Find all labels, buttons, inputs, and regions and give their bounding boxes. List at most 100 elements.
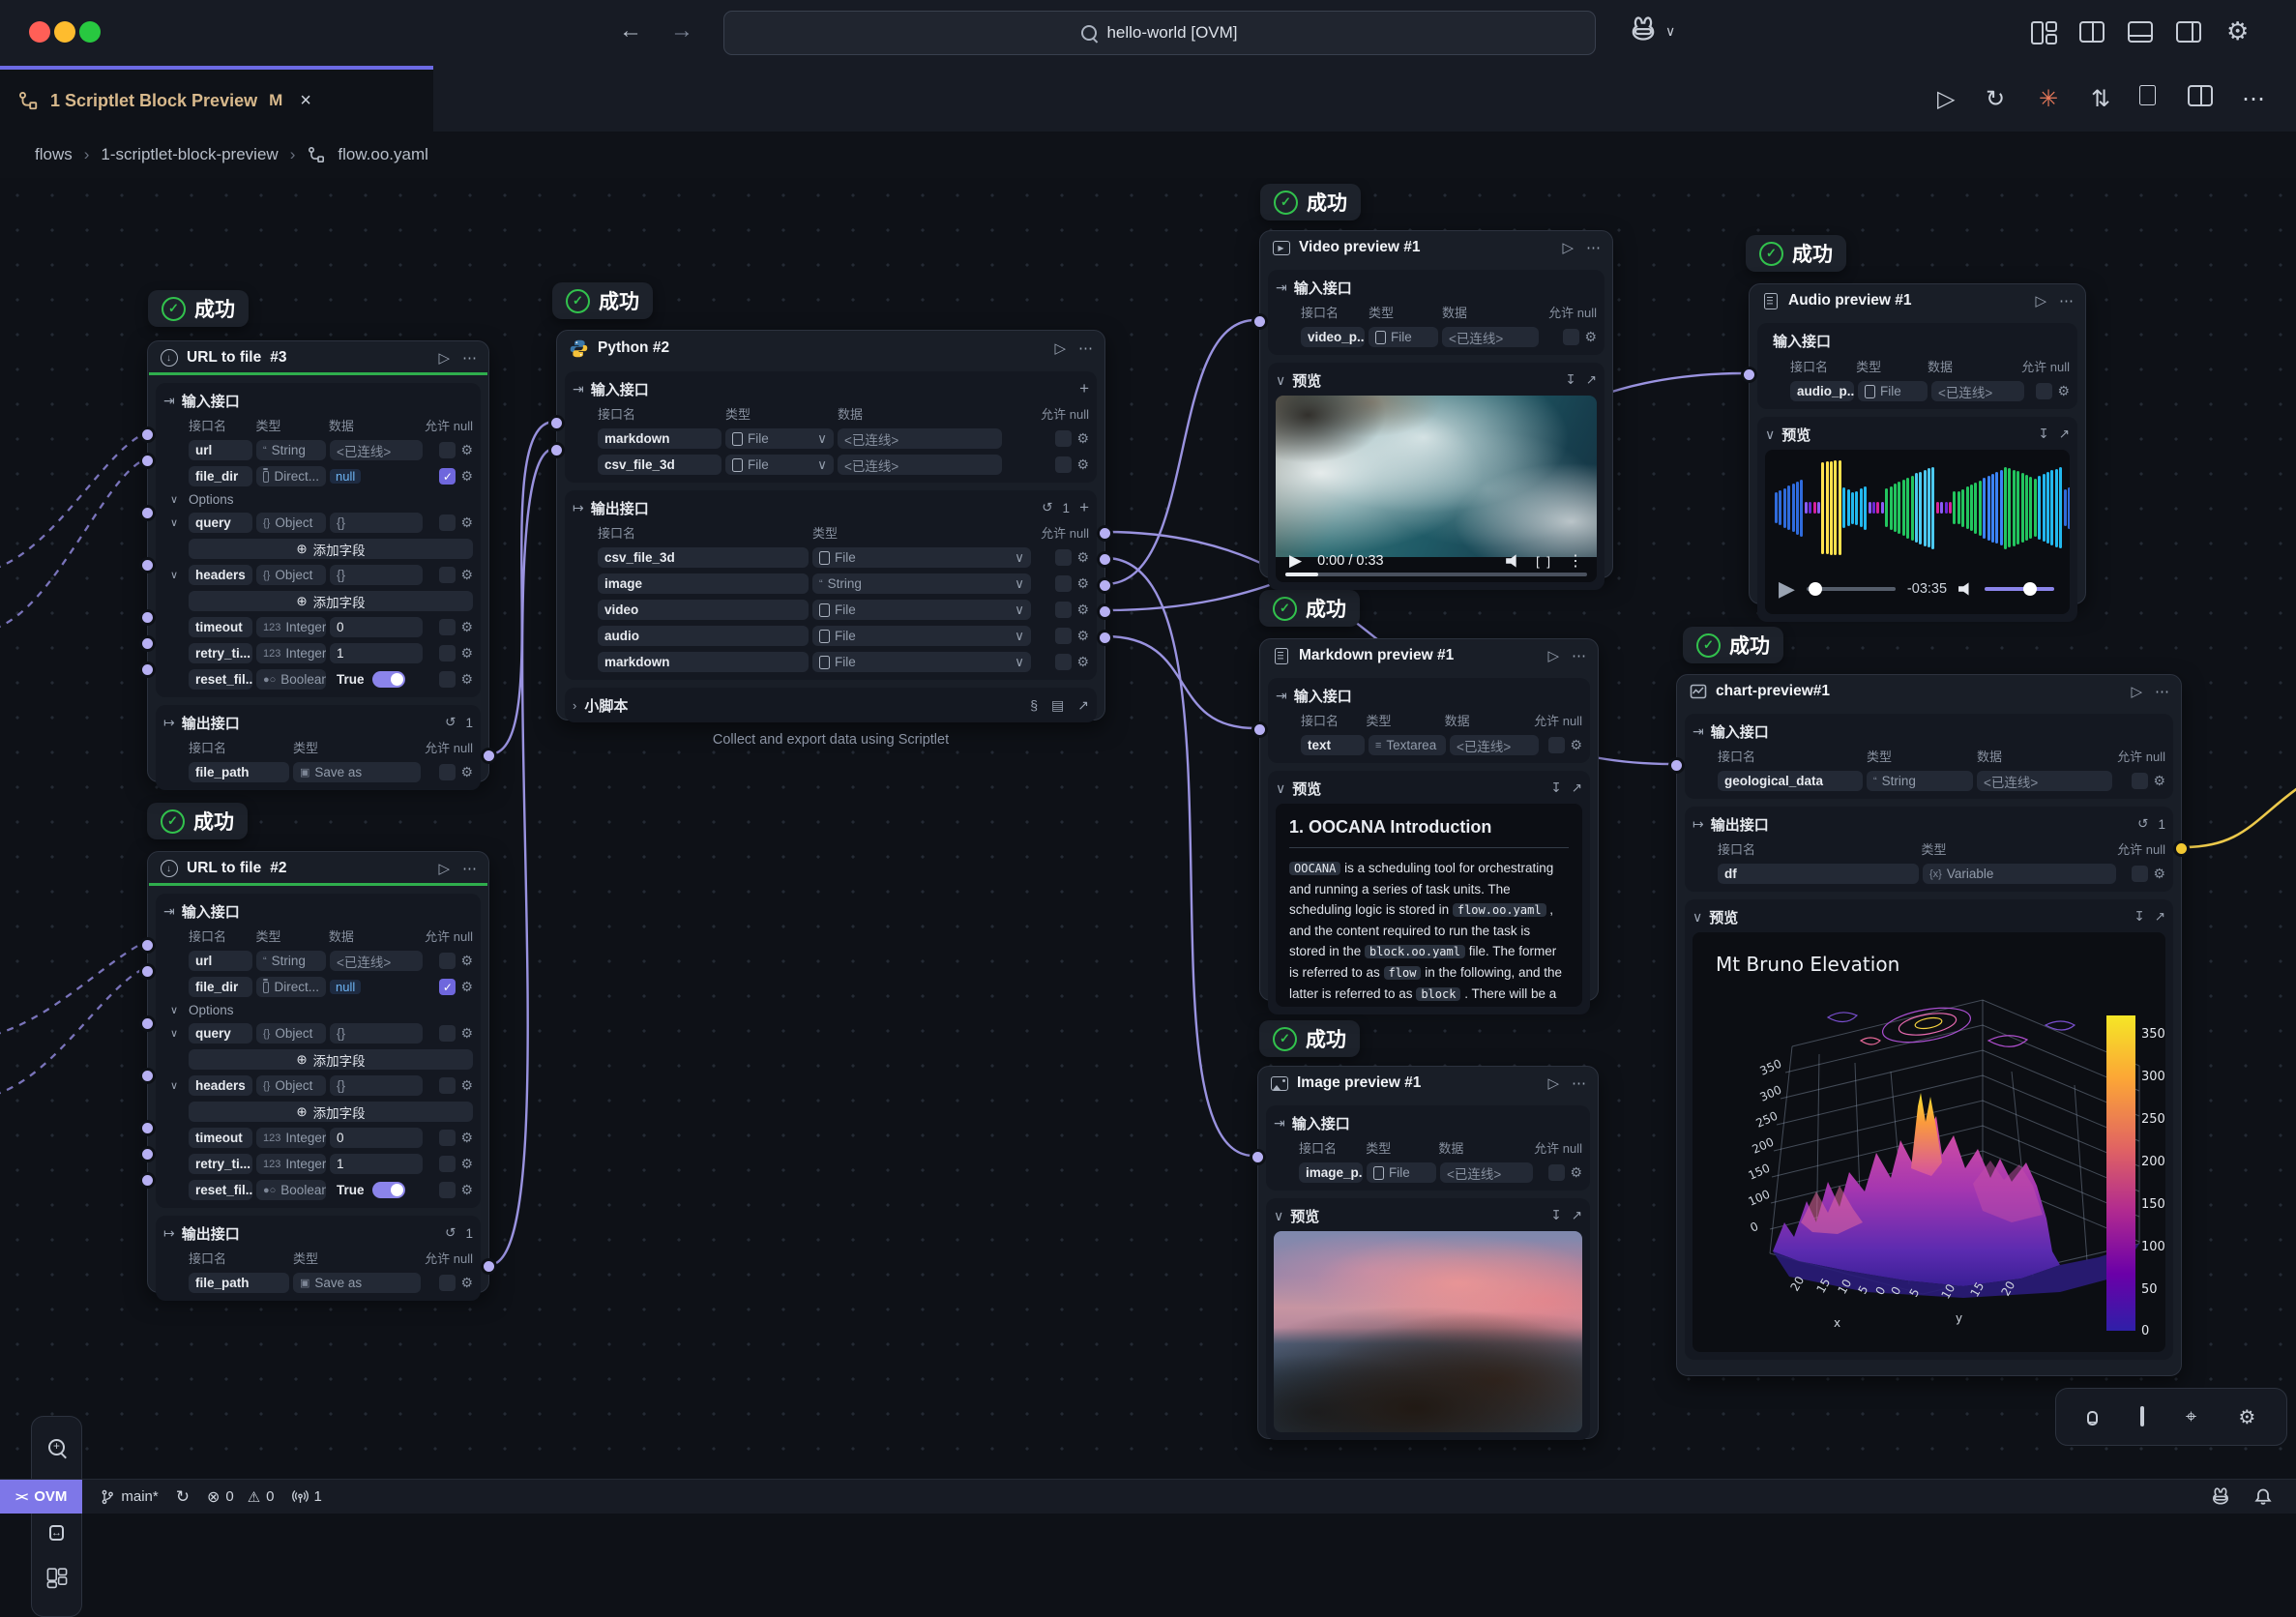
- allow-null-checkbox-checked[interactable]: ✓: [439, 979, 456, 995]
- run-node-icon[interactable]: ▷: [2035, 292, 2046, 309]
- download-icon[interactable]: ↧: [2134, 909, 2144, 925]
- allow-null-checkbox[interactable]: [1055, 430, 1072, 447]
- allow-null-checkbox[interactable]: [439, 764, 456, 780]
- output-port[interactable]: [1097, 525, 1113, 542]
- split-editor-button[interactable]: [2188, 85, 2213, 113]
- input-port[interactable]: [139, 426, 156, 443]
- gear-icon[interactable]: ⚙: [2057, 383, 2070, 399]
- tab-scriptlet-block-preview[interactable]: 1 Scriptlet Block Preview M ×: [0, 66, 433, 132]
- gear-icon[interactable]: ⚙: [460, 1077, 473, 1094]
- script-section[interactable]: › 小脚本 §▤↗: [565, 688, 1097, 722]
- node-menu-icon[interactable]: ⋯: [462, 860, 477, 877]
- node-python-2[interactable]: Python #2 ▷⋯ ⇥输入接口+ 接口名类型数据允许 null markd…: [556, 330, 1105, 720]
- more-actions-button[interactable]: ⋯: [2242, 85, 2265, 113]
- input-port[interactable]: [139, 1068, 156, 1084]
- run-node-icon[interactable]: ▷: [438, 349, 450, 367]
- allow-null-checkbox[interactable]: [439, 1182, 456, 1198]
- console-panel-button[interactable]: ▁: [2087, 1408, 2099, 1426]
- gear-icon[interactable]: ⚙: [460, 979, 473, 995]
- input-port[interactable]: [1250, 1149, 1266, 1165]
- mascot-menu-button[interactable]: [1627, 14, 1660, 52]
- node-video-preview-1[interactable]: ▶ Video preview #1 ▷⋯ ⇥输入接口 接口名类型数据允许 nu…: [1259, 230, 1613, 578]
- node-markdown-preview-1[interactable]: Markdown preview #1 ▷⋯ ⇥输入接口 接口名类型数据允许 n…: [1259, 638, 1599, 1001]
- allow-null-checkbox[interactable]: [439, 514, 456, 531]
- allow-null-checkbox[interactable]: [439, 953, 456, 969]
- layout-board-button[interactable]: [2031, 21, 2056, 50]
- run-node-icon[interactable]: ▷: [2131, 683, 2142, 700]
- input-port[interactable]: [548, 442, 565, 458]
- play-icon[interactable]: ▶: [1289, 551, 1302, 571]
- traffic-minimize-button[interactable]: [54, 21, 75, 43]
- attach-icon[interactable]: §: [1030, 697, 1038, 714]
- input-port[interactable]: [139, 1172, 156, 1189]
- input-port[interactable]: [139, 505, 156, 521]
- input-port[interactable]: [1251, 721, 1268, 738]
- node-url-to-file-3[interactable]: ↓ URL to file #3 ▷⋯ ⇥输入接口 接口名类型数据允许 null…: [147, 340, 489, 782]
- sync-button[interactable]: ↻: [176, 1487, 190, 1507]
- node-chart-preview-1[interactable]: chart-preview#1 ▷⋯ ⇥输入接口 接口名类型数据允许 null …: [1676, 674, 2182, 1376]
- back-arrow-icon[interactable]: ←: [619, 17, 642, 44]
- input-port[interactable]: [1741, 367, 1757, 383]
- gear-icon[interactable]: ⚙: [2153, 773, 2165, 789]
- chevron-down-icon[interactable]: ∨: [1274, 1208, 1283, 1224]
- gear-icon[interactable]: ⚙: [460, 764, 473, 780]
- boolean-toggle-on[interactable]: [372, 1182, 405, 1198]
- traffic-zoom-button[interactable]: [79, 21, 101, 43]
- add-port-icon[interactable]: +: [1079, 379, 1089, 398]
- video-progress-bar[interactable]: [1285, 573, 1587, 576]
- node-menu-icon[interactable]: ⋯: [462, 349, 477, 367]
- zoom-in-button[interactable]: +: [48, 1439, 65, 1455]
- input-port[interactable]: [1668, 757, 1685, 774]
- allow-null-checkbox[interactable]: [439, 1130, 456, 1146]
- gear-icon[interactable]: ⚙: [460, 671, 473, 688]
- bottom-panel-button[interactable]: [2128, 21, 2153, 48]
- gear-icon[interactable]: ⚙: [1076, 456, 1089, 473]
- node-header[interactable]: Audio preview #1 ▷⋯: [1750, 284, 2085, 315]
- traffic-close-button[interactable]: [29, 21, 50, 43]
- input-port[interactable]: [548, 415, 565, 431]
- canvas-settings-button[interactable]: ⚙: [2238, 1405, 2255, 1429]
- output-port[interactable]: [481, 1258, 497, 1275]
- remote-indicator[interactable]: >< OVM: [0, 1480, 82, 1514]
- node-menu-icon[interactable]: ⋯: [2059, 292, 2074, 309]
- history-icon[interactable]: ↺: [2137, 816, 2148, 832]
- node-menu-icon[interactable]: ⋯: [1572, 1074, 1586, 1092]
- allow-null-checkbox[interactable]: [1055, 549, 1072, 566]
- git-branch-item[interactable]: main*: [100, 1488, 158, 1506]
- gear-icon[interactable]: ⚙: [460, 567, 473, 583]
- open-external-icon[interactable]: ↗: [1586, 372, 1597, 388]
- breadcrumb-flows[interactable]: flows: [35, 145, 73, 164]
- input-port[interactable]: [139, 557, 156, 573]
- chevron-down-icon[interactable]: ∨: [163, 516, 185, 529]
- add-field-button[interactable]: ⊕添加字段: [189, 1102, 473, 1122]
- chevron-down-icon[interactable]: ∨: [163, 569, 185, 581]
- settings-gear-button[interactable]: ⚙: [2226, 16, 2249, 46]
- type-dropdown[interactable]: File∨: [812, 547, 1031, 568]
- run-flow-button[interactable]: ▷: [1937, 85, 1955, 113]
- gear-icon[interactable]: ⚙: [460, 1182, 473, 1198]
- add-field-button[interactable]: ⊕添加字段: [189, 539, 473, 559]
- breadcrumb-file[interactable]: flow.oo.yaml: [338, 145, 428, 164]
- node-image-preview-1[interactable]: Image preview #1 ▷⋯ ⇥输入接口 接口名类型数据允许 null…: [1257, 1066, 1599, 1439]
- export-file-button[interactable]: [2139, 85, 2156, 112]
- allow-null-checkbox[interactable]: [1548, 1164, 1565, 1181]
- gear-icon[interactable]: ⚙: [460, 645, 473, 662]
- node-header[interactable]: ↓ URL to file #3 ▷⋯: [148, 341, 488, 372]
- search-input[interactable]: hello-world [OVM]: [723, 11, 1596, 55]
- output-port[interactable]: [1097, 577, 1113, 594]
- open-external-icon[interactable]: ↗: [2155, 909, 2165, 925]
- volume-icon[interactable]: [1506, 554, 1520, 569]
- open-external-icon[interactable]: ↗: [2059, 426, 2070, 442]
- gear-icon[interactable]: ⚙: [1076, 602, 1089, 618]
- open-external-icon[interactable]: ↗: [1572, 780, 1582, 796]
- play-icon[interactable]: ▶: [1779, 576, 1795, 602]
- run-node-icon[interactable]: ▷: [1054, 339, 1066, 357]
- kebab-menu-icon[interactable]: ⋮: [1568, 551, 1583, 571]
- swap-arrows-button[interactable]: ⇅: [2091, 85, 2110, 113]
- node-audio-preview-1[interactable]: Audio preview #1 ▷⋯ 输入接口 接口名类型数据允许 null …: [1749, 283, 2086, 604]
- allow-null-checkbox[interactable]: [439, 1077, 456, 1094]
- gear-icon[interactable]: ⚙: [460, 1156, 473, 1172]
- allow-null-checkbox[interactable]: [1055, 602, 1072, 618]
- allow-null-checkbox[interactable]: [1548, 737, 1565, 753]
- add-field-button[interactable]: ⊕添加字段: [189, 1049, 473, 1070]
